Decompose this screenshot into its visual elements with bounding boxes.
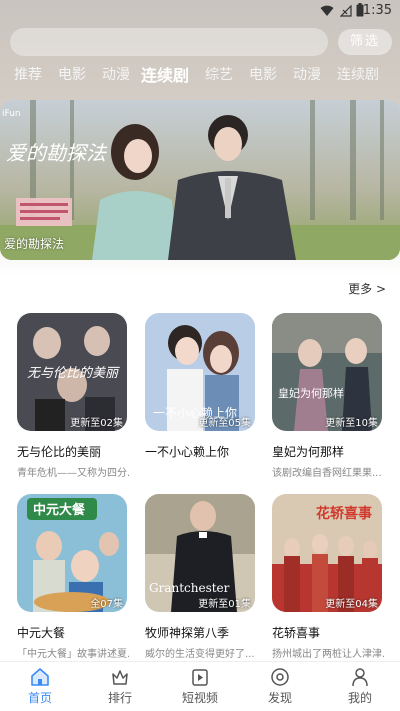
banner-carousel[interactable]: iFun 爱的勘探法 爱的勘探法	[0, 100, 400, 260]
profile-icon	[352, 668, 368, 687]
svg-text:Grantchester: Grantchester	[149, 581, 230, 595]
signal-icon	[340, 5, 352, 17]
poster-image: Grantchester 更新至01集	[145, 494, 255, 612]
nav-label: 短视频	[181, 691, 218, 705]
episode-badge: 更新至01集	[198, 599, 251, 610]
nav-short-video[interactable]: 短视频	[160, 666, 240, 706]
svg-text:中元大餐: 中元大餐	[33, 502, 86, 518]
nav-home[interactable]: 首页	[0, 666, 80, 706]
poster-image: 中元大餐 全07集	[17, 494, 127, 612]
card-description: 青年危机——又称为四分...	[17, 468, 129, 479]
tab-movie-2[interactable]: 电影	[249, 64, 277, 84]
discover-icon	[271, 668, 289, 686]
card-title: 中元大餐	[17, 626, 66, 640]
bottom-nav: 首页 排行 短视频 发现 我的	[0, 661, 400, 711]
episode-badge: 更新至04集	[325, 599, 378, 610]
video-card[interactable]: 中元大餐 全07集 中元大餐 「中元大餐」故事讲述夏...	[17, 494, 129, 660]
poster-image: 皇妃为何那样 更新至10集	[272, 313, 382, 431]
nav-label: 首页	[27, 691, 52, 705]
card-title: 一不小心赖上你	[145, 445, 230, 459]
svg-text:皇妃为何那样: 皇妃为何那样	[278, 386, 344, 400]
tab-anime-2[interactable]: 动漫	[293, 64, 321, 84]
svg-text:无与伦比的美丽: 无与伦比的美丽	[27, 366, 120, 381]
tab-variety[interactable]: 综艺	[205, 64, 233, 84]
banner-title: 爱的勘探法	[4, 237, 65, 251]
tab-movie[interactable]: 电影	[58, 64, 86, 84]
video-card[interactable]: Grantchester 更新至01集 牧师神探第八季 威尔的生活变得更好了..…	[145, 494, 255, 660]
episode-badge: 更新至05集	[198, 418, 251, 429]
search-input[interactable]	[10, 28, 328, 56]
short-video-icon	[192, 669, 208, 686]
search-row: 筛选	[0, 28, 400, 56]
svg-text:iFun: iFun	[2, 109, 21, 119]
episode-badge: 全07集	[90, 599, 123, 610]
video-card[interactable]: 皇妃为何那样 更新至10集 皇妃为何那样 该剧改编自香网红果果...	[272, 313, 382, 479]
filter-button[interactable]: 筛选	[338, 29, 392, 55]
card-description: 该剧改编自香网红果果...	[272, 468, 382, 479]
tab-series-2[interactable]: 连续剧	[337, 64, 379, 84]
ranking-icon	[112, 670, 128, 685]
status-bar: 1:35	[0, 0, 400, 24]
nav-profile[interactable]: 我的	[320, 666, 400, 706]
card-description: 「中元大餐」故事讲述夏...	[17, 649, 129, 660]
home-icon	[31, 668, 49, 686]
card-title: 皇妃为何那样	[272, 445, 345, 459]
video-card[interactable]: 一不小心赖上你 更新至05集 一不小心赖上你	[145, 313, 255, 464]
nav-ranking[interactable]: 排行	[80, 666, 160, 706]
banner-poster-title: 爱的勘探法	[6, 141, 108, 165]
nav-label: 排行	[107, 691, 132, 705]
video-card[interactable]: 花轿喜事 更新至04集 花轿喜事 扬州城出了两桩让人津津...	[272, 494, 384, 660]
wifi-icon	[320, 5, 334, 16]
nav-label: 我的	[347, 691, 372, 705]
card-title: 无与伦比的美丽	[17, 445, 102, 459]
status-time: 1:35	[362, 3, 392, 18]
svg-text:花轿喜事: 花轿喜事	[316, 505, 372, 522]
category-tabs: 推荐 电影 动漫 连续剧 综艺 电影 动漫 连续剧	[0, 64, 400, 90]
poster-image: 无与伦比的美丽 更新至02集	[17, 313, 127, 431]
card-title: 花轿喜事	[272, 626, 321, 640]
nav-discover[interactable]: 发现	[240, 666, 320, 706]
card-title: 牧师神探第八季	[145, 626, 230, 640]
card-description: 威尔的生活变得更好了...	[145, 649, 255, 660]
card-description: 扬州城出了两桩让人津津...	[272, 649, 384, 660]
tab-anime[interactable]: 动漫	[102, 64, 130, 84]
poster-image: 花轿喜事 更新至04集	[272, 494, 382, 612]
video-card[interactable]: 无与伦比的美丽 更新至02集 无与伦比的美丽 青年危机——又称为四分...	[17, 313, 129, 479]
tab-series[interactable]: 连续剧	[141, 62, 189, 86]
episode-badge: 更新至10集	[325, 418, 378, 429]
nav-label: 发现	[267, 691, 292, 705]
tab-recommend[interactable]: 推荐	[14, 64, 42, 84]
more-link[interactable]: 更多 >	[348, 280, 386, 297]
episode-badge: 更新至02集	[70, 418, 123, 429]
poster-image: 一不小心赖上你 更新至05集	[145, 313, 255, 431]
